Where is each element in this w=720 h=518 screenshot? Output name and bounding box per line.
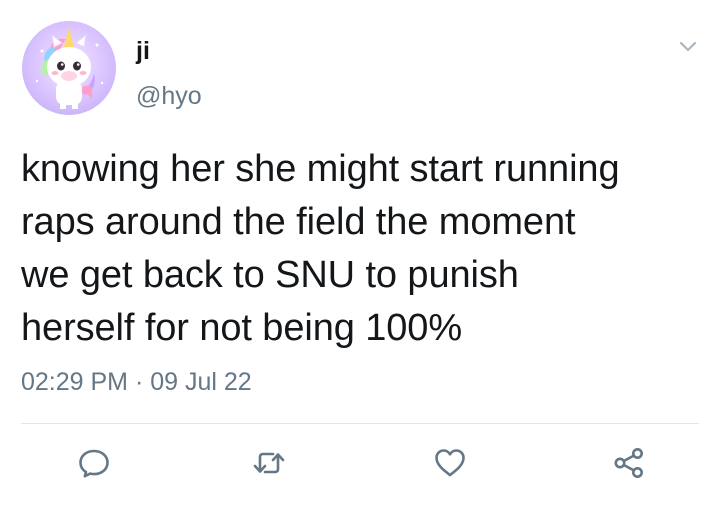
like-icon (435, 449, 465, 477)
tweet-text-line: knowing her she might start running (21, 148, 620, 190)
divider (21, 423, 699, 424)
tweet-card: ji @hyo knowing her she might start runn… (0, 0, 720, 518)
tweet-timestamp[interactable]: 02:29 PM · 09 Jul 22 (21, 368, 252, 397)
reply-button[interactable] (74, 443, 114, 483)
tweet-text-line: we get back to SNU to punish (21, 254, 519, 296)
share-icon (614, 448, 643, 478)
author-name[interactable]: ji (136, 37, 150, 66)
author-handle[interactable]: @hyo (136, 82, 202, 111)
tweet-time: 02:29 PM (21, 368, 129, 396)
tweet-text-line: herself for not being 100% (21, 307, 463, 349)
timestamp-separator: · (134, 368, 144, 396)
retweet-button[interactable] (249, 443, 289, 483)
chevron-down-icon (679, 41, 697, 52)
reply-icon (79, 449, 109, 478)
tweet-text-line: raps around the field the moment (21, 201, 576, 243)
tweet-date: 09 Jul 22 (150, 368, 252, 396)
tweet-menu-button[interactable] (676, 34, 700, 58)
like-button[interactable] (430, 443, 470, 483)
retweet-icon (253, 452, 285, 474)
unicorn-icon (35, 27, 104, 109)
avatar[interactable] (22, 21, 116, 115)
share-button[interactable] (609, 443, 649, 483)
tweet-text: knowing her she might start running raps… (21, 143, 711, 355)
